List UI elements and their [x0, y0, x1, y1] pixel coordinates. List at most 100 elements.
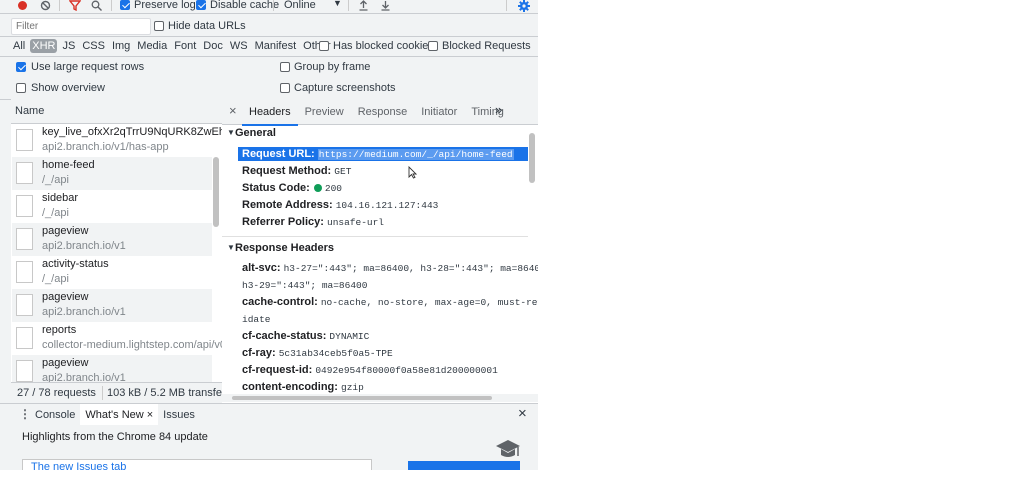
response-header-value: 0492e954f80000f0a58e81d200000001	[315, 365, 498, 376]
tab-timing[interactable]: Timing	[464, 99, 511, 124]
response-header-value: 5c31ab34ceb5f0a5-TPE	[278, 348, 393, 359]
whats-new-highlights: Highlights from the Chrome 84 update	[22, 431, 208, 443]
devtools-panel: Preserve log Disable cache Online ▼ Hide…	[0, 0, 538, 470]
group-by-frame-checkbox[interactable]	[280, 62, 290, 72]
type-filter-manifest[interactable]: Manifest	[253, 39, 299, 53]
request-name: pageview	[42, 357, 89, 369]
request-row[interactable]: reports collector-medium.lightstep.com/ap…	[12, 322, 226, 355]
general-key: Request Method:	[242, 165, 332, 177]
request-path: api2.branch.io/v1/has-app	[42, 141, 169, 153]
type-filter-font[interactable]: Font	[172, 39, 198, 53]
general-key: Request URL:	[242, 148, 315, 160]
type-filter-js[interactable]: JS	[60, 39, 77, 53]
large-rows-checkbox[interactable]	[16, 62, 26, 72]
response-header-value: no-cache, no-store, max-age=0, must-reva…	[320, 297, 538, 308]
type-filter-css[interactable]: CSS	[80, 39, 107, 53]
file-icon	[16, 228, 33, 250]
clear-icon[interactable]	[40, 0, 51, 11]
more-tabs-icon[interactable]: »	[495, 102, 502, 117]
request-row[interactable]: pageview api2.branch.io/v1	[12, 223, 212, 256]
filter-funnel-icon[interactable]	[69, 0, 81, 11]
file-icon	[16, 162, 33, 184]
response-header-row: cf-cache-status: DYNAMIC	[242, 330, 369, 342]
general-value: GET	[334, 166, 352, 177]
detail-tabs: Headers Preview Response Initiator Timing	[242, 99, 511, 126]
record-icon[interactable]	[17, 0, 28, 11]
response-header-row: cf-request-id: 0492e954f80000f0a58e81d20…	[242, 364, 498, 376]
hide-data-urls-checkbox[interactable]	[154, 21, 164, 31]
general-row: Remote Address: 104.16.121.127:443	[242, 199, 438, 211]
request-row[interactable]: activity-status /_/api	[12, 256, 212, 289]
close-tab-icon[interactable]: ×	[147, 409, 153, 421]
network-toolbar: Preserve log Disable cache Online ▼	[0, 0, 538, 14]
response-headers-section-header[interactable]: ▼ Response Headers	[227, 242, 517, 256]
filter-input[interactable]	[11, 18, 151, 35]
request-row[interactable]: pageview api2.branch.io/v1	[12, 289, 212, 322]
close-detail-icon[interactable]: ×	[229, 103, 237, 118]
request-name: home-feed	[42, 159, 95, 171]
request-name: pageview	[42, 225, 89, 237]
capture-screenshots-checkbox[interactable]	[280, 83, 290, 93]
type-filter-doc[interactable]: Doc	[201, 39, 225, 53]
drawer-tab-console[interactable]: Console	[30, 404, 80, 425]
drawer-tab-issues[interactable]: Issues	[158, 404, 200, 425]
search-icon[interactable]	[91, 0, 102, 11]
tab-headers[interactable]: Headers	[242, 99, 298, 126]
type-filter-img[interactable]: Img	[110, 39, 132, 53]
type-filter-xhr[interactable]: XHR	[30, 39, 58, 53]
whats-new-card-title: The new Issues tab	[31, 461, 127, 470]
name-column-label: Name	[15, 105, 45, 117]
request-status-bar: 27 / 78 requests 103 kB / 5.2 MB transfe…	[11, 382, 242, 403]
settings-gear-icon[interactable]	[518, 0, 530, 12]
preserve-log-checkbox[interactable]	[120, 0, 130, 10]
drawer-tabs: Console What's New × Issues	[30, 404, 200, 427]
blocked-cookies-label: Has blocked cookies	[333, 40, 434, 52]
whats-new-card[interactable]: The new Issues tab	[22, 459, 372, 470]
throttle-dropdown-icon[interactable]: ▼	[333, 0, 342, 8]
blocked-requests-checkbox[interactable]	[428, 41, 438, 51]
request-path: api2.branch.io/v1	[42, 306, 126, 318]
show-overview-checkbox[interactable]	[16, 83, 26, 93]
type-filter-bar: All XHR JS CSS Img Media Font Doc WS Manifest Othe…	[0, 36, 538, 57]
general-section-header[interactable]: ▼ General	[222, 127, 538, 141]
drawer-tab-what-s-new[interactable]: What's New ×	[80, 404, 159, 427]
disable-cache-checkbox[interactable]	[196, 0, 206, 10]
type-filter-ws[interactable]: WS	[228, 39, 250, 53]
request-path: collector-medium.lightstep.com/api/v0	[42, 339, 227, 351]
response-header-value: h3-27=":443"; ma=86400, h3-28=":443"; ma…	[283, 263, 538, 274]
detail-horizontal-scrollbar[interactable]	[222, 394, 538, 402]
tab-preview[interactable]: Preview	[298, 99, 351, 124]
request-name: pageview	[42, 291, 89, 303]
response-header-row: cf-ray: 5c31ab34ceb5f0a5-TPE	[242, 347, 393, 359]
request-name: activity-status	[42, 258, 109, 270]
name-column-header[interactable]: Name	[11, 99, 222, 124]
response-collapse-icon: ▼	[227, 243, 235, 252]
general-key: Referrer Policy:	[242, 216, 324, 228]
general-value[interactable]: https://medium.com/_/api/home-feed	[317, 149, 514, 160]
request-row[interactable]: home-feed /_/api	[12, 157, 212, 190]
import-har-icon[interactable]	[358, 0, 369, 11]
general-row: Request Method: GET	[242, 165, 351, 177]
file-icon	[16, 294, 33, 316]
mouse-cursor-icon	[408, 166, 417, 179]
drawer-tab-label: Console	[35, 409, 76, 421]
response-header-key: cf-request-id:	[242, 364, 313, 376]
tab-initiator[interactable]: Initiator	[414, 99, 464, 124]
detail-scrollbar[interactable]	[528, 127, 537, 391]
request-row[interactable]: key_live_ofxXr2qTrrU9NqURK8ZwEhknB... api…	[12, 124, 253, 157]
tab-response[interactable]: Response	[351, 99, 415, 124]
request-row[interactable]: sidebar /_/api	[12, 190, 212, 223]
type-filter-list: All XHR JS CSS Img Media Font Doc WS Manifest Othe…	[11, 39, 336, 53]
response-header-value: DYNAMIC	[329, 331, 370, 342]
type-filter-all[interactable]: All	[11, 39, 27, 53]
type-filter-media[interactable]: Media	[135, 39, 169, 53]
group-by-frame-label: Group by frame	[294, 61, 371, 73]
close-drawer-icon[interactable]: ×	[518, 405, 527, 422]
request-count: 27 / 78 requests	[17, 387, 96, 399]
request-path: /_/api	[42, 207, 69, 219]
request-name: sidebar	[42, 192, 79, 204]
blocked-cookies-checkbox[interactable]	[319, 41, 329, 51]
export-har-icon[interactable]	[380, 0, 391, 11]
throttle-select[interactable]: Online	[284, 0, 316, 11]
disable-cache-label: Disable cache	[210, 0, 280, 11]
